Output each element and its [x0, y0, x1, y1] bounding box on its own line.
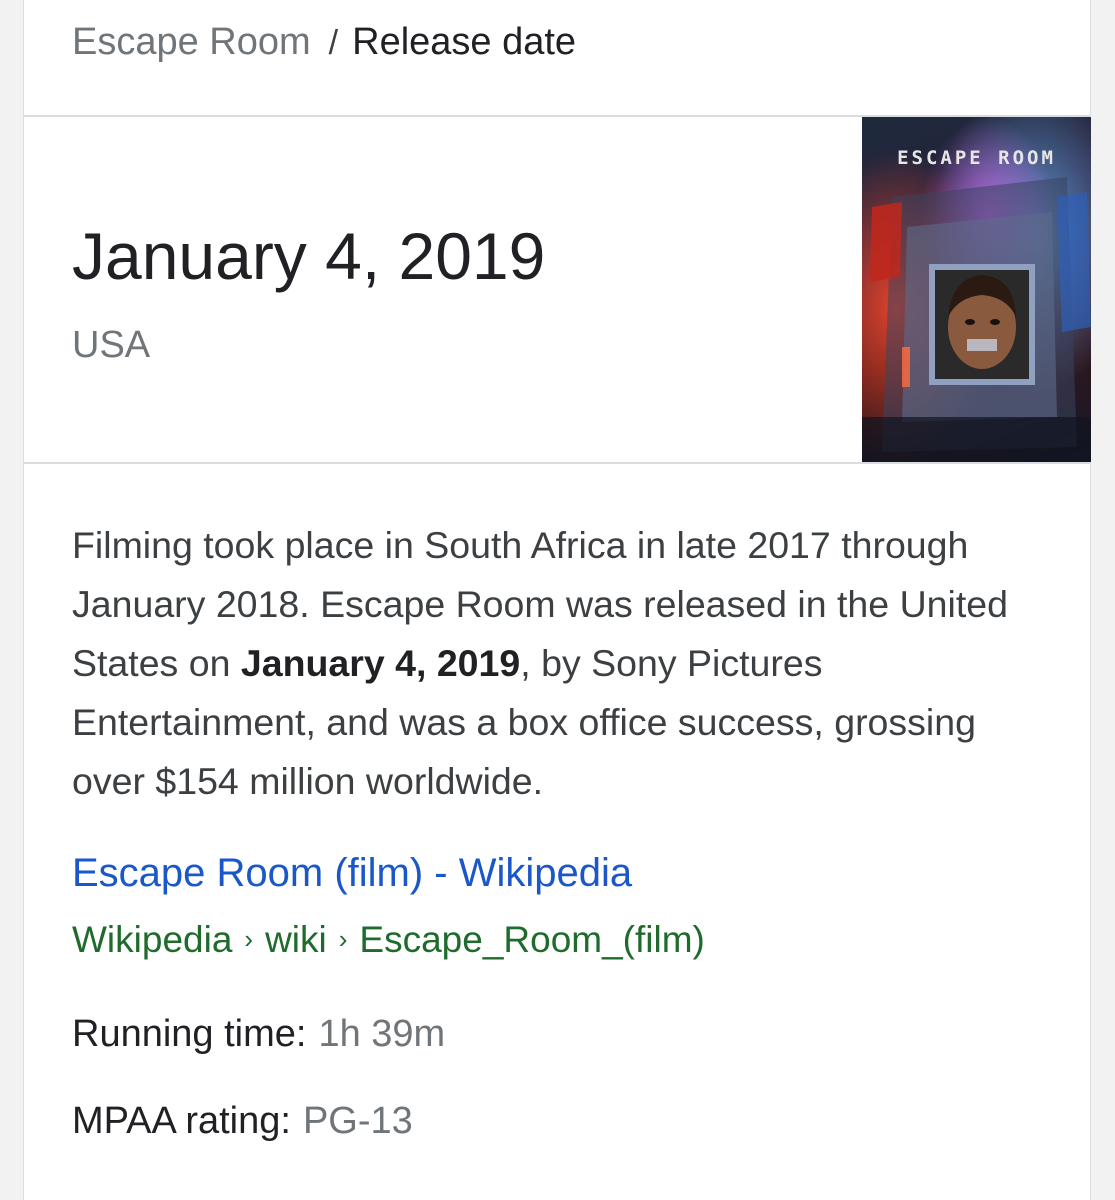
fact-label: Running time:	[72, 1013, 307, 1055]
breadcrumb-separator: /	[328, 24, 339, 62]
breadcrumb-parent-link[interactable]: Escape Room	[72, 21, 311, 63]
description-snippet: Filming took place in South Africa in la…	[72, 516, 1047, 811]
fact-value: 1h 39m	[318, 1013, 446, 1055]
source-url-breadcrumb[interactable]: Wikipedia › wiki › Escape_Room_(film)	[72, 915, 705, 968]
fact-label: MPAA rating:	[72, 1100, 291, 1142]
breadcrumb: Escape Room / Release date	[72, 18, 576, 67]
release-date-card: Escape Room / Release date January 4, 2019…	[23, 0, 1091, 1200]
source-url-path: wiki	[265, 919, 327, 960]
chevron-right-icon: ›	[244, 924, 254, 954]
snippet-highlight-date: January 4, 2019	[240, 642, 521, 684]
fact-value: PG-13	[302, 1100, 413, 1142]
source-title-link[interactable]: Escape Room (film) - Wikipedia	[72, 847, 632, 899]
fact-running-time: Running time: 1h 39m	[72, 1010, 445, 1058]
breadcrumb-current: Release date	[352, 21, 577, 63]
fact-mpaa-rating: MPAA rating: PG-13	[72, 1097, 413, 1145]
divider	[24, 462, 1090, 464]
source-url-site: Wikipedia	[72, 919, 233, 960]
poster-title: ESCAPE ROOM	[897, 147, 1056, 169]
movie-poster-image[interactable]: ESCAPE ROOM	[862, 117, 1091, 462]
chevron-right-icon: ›	[338, 924, 348, 954]
release-region: USA	[72, 324, 151, 366]
release-date-answer: January 4, 2019	[72, 219, 546, 293]
source-url-page: Escape_Room_(film)	[359, 919, 705, 960]
